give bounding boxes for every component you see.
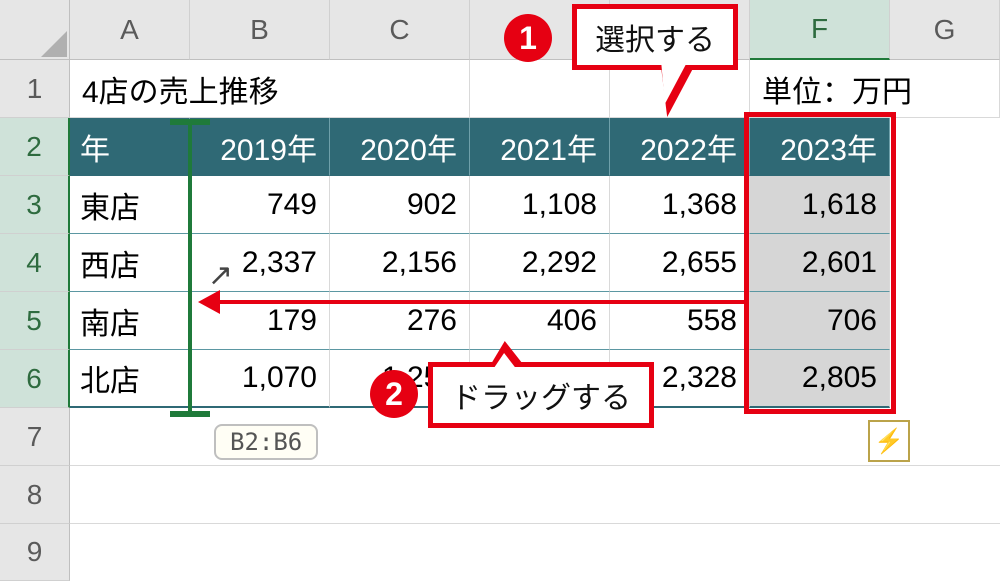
row-header-2[interactable]: 2 [0, 118, 70, 176]
cell-D3[interactable]: 1,108 [470, 176, 610, 234]
cell-F4[interactable]: 2,601 [750, 234, 890, 292]
cell-F2[interactable]: 2023年 [750, 118, 890, 176]
select-all-corner[interactable] [0, 0, 70, 60]
cell-D6[interactable]: 1,770 [470, 350, 610, 408]
cell-B5[interactable]: 179 [190, 292, 330, 350]
row-9-cells[interactable] [70, 524, 1000, 581]
cell-A5[interactable]: 南店 [70, 292, 190, 350]
cell-C1[interactable] [330, 60, 470, 118]
row-header-1[interactable]: 1 [0, 60, 70, 118]
cell-A4[interactable]: 西店 [70, 234, 190, 292]
row-header-5[interactable]: 5 [0, 292, 70, 350]
col-header-A[interactable]: A [70, 0, 190, 60]
col-header-B[interactable]: B [190, 0, 330, 60]
cell-E5[interactable]: 558 [610, 292, 750, 350]
cell-B2[interactable]: 2019年 [190, 118, 330, 176]
row-header-6[interactable]: 6 [0, 350, 70, 408]
cell-F5[interactable]: 706 [750, 292, 890, 350]
cell-B4[interactable]: 2,337 [190, 234, 330, 292]
cell-E1[interactable] [610, 60, 750, 118]
cell-F3[interactable]: 1,618 [750, 176, 890, 234]
col-header-F[interactable]: F [750, 0, 890, 60]
cell-D2[interactable]: 2021年 [470, 118, 610, 176]
cell-F1-unit[interactable]: 単位：万円 [750, 60, 1000, 118]
cell-D4[interactable]: 2,292 [470, 234, 610, 292]
row-header-7[interactable]: 7 [0, 408, 70, 466]
row-7-cells[interactable] [70, 408, 1000, 466]
cell-A3[interactable]: 東店 [70, 176, 190, 234]
cell-A2-year-label[interactable]: 年 [70, 118, 190, 176]
cell-E4[interactable]: 2,655 [610, 234, 750, 292]
row-8-cells[interactable] [70, 466, 1000, 524]
cell-C4[interactable]: 2,156 [330, 234, 470, 292]
row-header-8[interactable]: 8 [0, 466, 70, 524]
cell-C6[interactable]: 1,250 [330, 350, 470, 408]
cell-A1-title[interactable]: 4店の売上推移 [70, 60, 330, 118]
cell-A6[interactable]: 北店 [70, 350, 190, 408]
col-header-G[interactable]: G [890, 0, 1000, 60]
cell-B6[interactable]: 1,070 [190, 350, 330, 408]
cell-E3[interactable]: 1,368 [610, 176, 750, 234]
cell-C2[interactable]: 2020年 [330, 118, 470, 176]
cell-C5[interactable]: 276 [330, 292, 470, 350]
cell-B3[interactable]: 749 [190, 176, 330, 234]
autofill-smart-tag[interactable]: ⚡ [868, 420, 910, 462]
row-header-4[interactable]: 4 [0, 234, 70, 292]
cell-E6[interactable]: 2,328 [610, 350, 750, 408]
row-header-3[interactable]: 3 [0, 176, 70, 234]
cell-E2[interactable]: 2022年 [610, 118, 750, 176]
cell-D5[interactable]: 406 [470, 292, 610, 350]
col-header-D[interactable]: D [470, 0, 610, 60]
row-header-9[interactable]: 9 [0, 524, 70, 581]
cell-F6[interactable]: 2,805 [750, 350, 890, 408]
col-header-C[interactable]: C [330, 0, 470, 60]
cell-C3[interactable]: 902 [330, 176, 470, 234]
cell-D1[interactable] [470, 60, 610, 118]
col-header-E[interactable]: E [610, 0, 750, 60]
